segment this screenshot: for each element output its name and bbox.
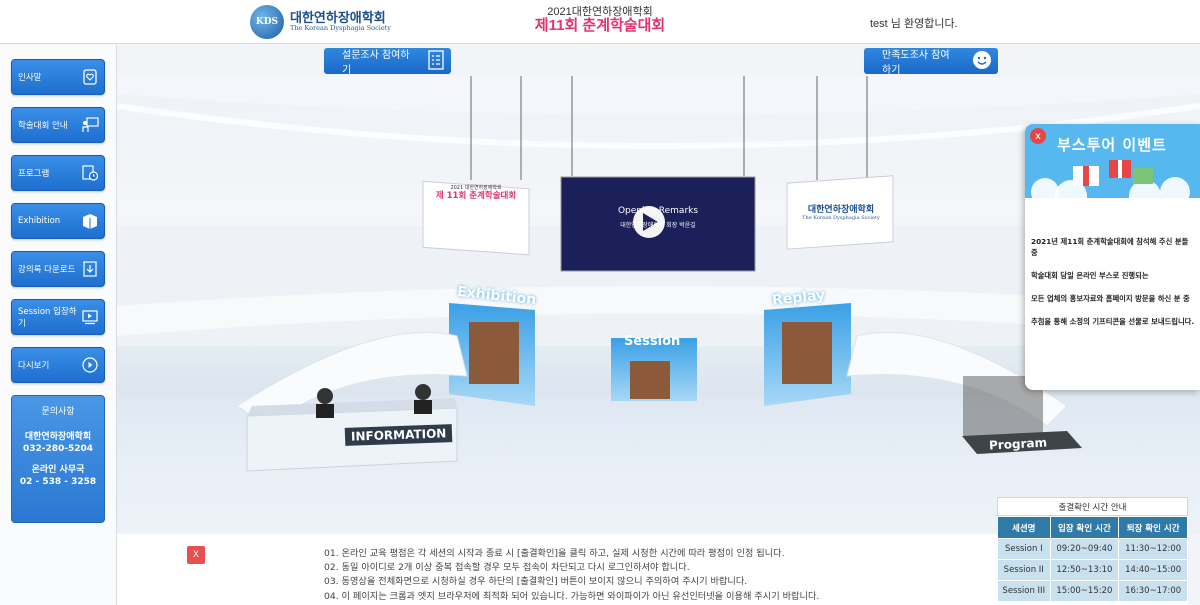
contact-office: 온라인 사무국: [31, 464, 85, 475]
presentation-icon: [81, 116, 99, 134]
close-icon[interactable]: x: [1030, 128, 1046, 144]
logo-english-name: The Korean Dysphagia Society: [290, 24, 391, 33]
booth-popup-title: 부스투어 이벤트: [1057, 136, 1167, 154]
table-row: Session III 15:00~15:20 16:30~17:00: [997, 580, 1188, 602]
attendance-title: 출결확인 시간 안내: [997, 497, 1188, 516]
survey-button-label: 설문조사 참여하기: [342, 50, 410, 76]
video-title: Opening Remarks: [617, 206, 699, 216]
table-header: 입장 확인 시간: [1049, 516, 1120, 539]
notice-line: 04. 이 페이지는 크롬과 엣지 브라우저에 최적화 되어 있습니다. 가능하…: [324, 590, 820, 602]
booth-popup-header: x 부스투어 이벤트: [1025, 124, 1200, 198]
notice-line: 01. 온라인 교육 평점은 각 세션의 시작과 종료 시 [출결확인]을 클릭…: [324, 548, 785, 559]
booth-tour-popup[interactable]: x 부스투어 이벤트 2021년 제11회 춘계학술대회에 참석해 주신 분들 …: [1025, 124, 1200, 390]
video-icon: [81, 308, 99, 326]
notice-line: 03. 동영상을 전체화면으로 시청하실 경우 하단의 [출결확인] 버튼이 보…: [324, 576, 748, 588]
sidebar-item-label: Session 입장하기: [18, 307, 77, 329]
table-cell: 15:00~15:20: [1049, 580, 1120, 602]
logo-korean-name: 대한연하장애학회: [290, 10, 386, 26]
sidebar-item-session[interactable]: Session 입장하기: [11, 299, 105, 335]
booth-line: 학술대회 당일 온라인 부스로 진행되는: [1031, 271, 1149, 280]
sidebar-item-label: 다시보기: [18, 361, 50, 371]
smiley-icon: [972, 50, 992, 73]
sidebar-item-exhibition[interactable]: Exhibition: [11, 203, 105, 239]
event-title: 제11회 춘계학술대회: [534, 17, 666, 35]
notice-list: 01. 온라인 교육 평점은 각 세션의 시작과 종료 시 [출결확인]을 클릭…: [324, 547, 819, 604]
society-logo[interactable]: KDS 대한연하장애학회 The Korean Dysphagia Societ…: [250, 5, 391, 39]
contact-org-phone: 032-280-5204: [22, 444, 94, 455]
contact-title: 문의사항: [41, 407, 75, 417]
schedule-icon: [81, 164, 99, 182]
information-desk-sign[interactable]: INFORMATION: [344, 424, 453, 446]
sidebar-item-program[interactable]: 프로그램: [11, 155, 105, 191]
contact-org: 대한연하장애학회: [24, 431, 92, 442]
sidebar-item-replay[interactable]: 다시보기: [11, 347, 105, 383]
contact-box: 문의사항 대한연하장애학회 032-280-5204 온라인 사무국 02 - …: [11, 395, 105, 523]
booth-icon: [81, 212, 99, 230]
table-cell: 12:50~13:10: [1049, 559, 1120, 581]
welcome-message: test 님 환영합니다.: [870, 18, 958, 30]
sidebar-item-download[interactable]: 강의록 다운로드: [11, 251, 105, 287]
screen-right-logo[interactable]: 대한연하장애학회 The Korean Dysphagia Society: [793, 205, 889, 221]
sidebar-item-label: 강의록 다운로드: [18, 265, 76, 275]
table-header: 퇴장 확인 시간: [1118, 516, 1188, 539]
table-cell: 11:30~12:00: [1118, 538, 1188, 560]
screen-right-english: The Korean Dysphagia Society: [802, 214, 880, 221]
table-cell: 16:30~17:00: [1118, 580, 1188, 602]
booth-line: 2021년 제11회 춘계학술대회에 참석해 주신 분들 중: [1031, 237, 1189, 257]
sidebar-item-label: 학술대회 안내: [18, 121, 68, 131]
sidebar-item-label: 프로그램: [18, 169, 50, 179]
logo-mark: KDS: [250, 5, 284, 39]
booth-line: 모든 업체의 홍보자료와 홈페이지 방문을 하신 분 중: [1031, 294, 1190, 303]
replay-icon: [81, 356, 99, 374]
sidebar-item-label: Exhibition: [18, 216, 61, 226]
download-icon: [81, 260, 99, 278]
screen-left-text[interactable]: 2021 대한연하장애학회 제 11회 춘계학술대회: [428, 185, 524, 201]
notice-close-button[interactable]: X: [187, 546, 205, 564]
session-sign[interactable]: Session: [624, 334, 680, 349]
booth-line: 추첨을 통해 소정의 기프티콘을 선물로 보내드립니다.: [1031, 317, 1195, 326]
sidebar-item-greeting[interactable]: 인사말: [11, 59, 105, 95]
satisfaction-survey-button[interactable]: 만족도조사 참여하기: [864, 48, 998, 76]
greeting-icon: [81, 68, 99, 86]
table-cell: Session I: [997, 538, 1051, 560]
booth-popup-body: 2021년 제11회 춘계학술대회에 참석해 주신 분들 중 학술대회 당일 온…: [1031, 236, 1196, 339]
attendance-time-table: 출결확인 시간 안내 세션명 입장 확인 시간 퇴장 확인 시간 Session…: [997, 497, 1188, 605]
survey-button[interactable]: 설문조사 참여하기: [324, 48, 451, 76]
event-title-block: 2021대한연하장애학회 제11회 춘계학술대회: [500, 6, 700, 35]
screen-left-title: 제 11회 춘계학술대회: [435, 190, 517, 201]
table-header: 세션명: [997, 516, 1051, 539]
notice-line: 02. 동일 아이디로 2개 이상 중복 접속할 경우 모두 접속이 차단되고 …: [324, 562, 690, 574]
table-cell: Session III: [997, 580, 1051, 602]
satisfaction-button-label: 만족도조사 참여하기: [882, 50, 950, 76]
table-cell: 14:40~15:00: [1118, 559, 1188, 581]
contact-office-phone: 02 - 538 - 3258: [19, 477, 97, 488]
video-subtitle: 대한연하장애학회 회장 박윤길: [620, 222, 696, 229]
table-row: Session I 09:20~09:40 11:30~12:00: [997, 538, 1188, 560]
checklist-icon: [427, 49, 445, 73]
attendance-table: 세션명 입장 확인 시간 퇴장 확인 시간 Session I 09:20~09…: [997, 516, 1188, 602]
table-cell: Session II: [997, 559, 1051, 581]
opening-remarks-video[interactable]: Opening Remarks 대한연하장애학회 회장 박윤길: [561, 206, 755, 229]
sidebar-item-conference-info[interactable]: 학술대회 안내: [11, 107, 105, 143]
table-cell: 09:20~09:40: [1049, 538, 1120, 560]
sidebar-item-label: 인사말: [18, 73, 42, 83]
table-row: Session II 12:50~13:10 14:40~15:00: [997, 559, 1188, 581]
top-header: KDS 대한연하장애학회 The Korean Dysphagia Societ…: [0, 0, 1200, 44]
